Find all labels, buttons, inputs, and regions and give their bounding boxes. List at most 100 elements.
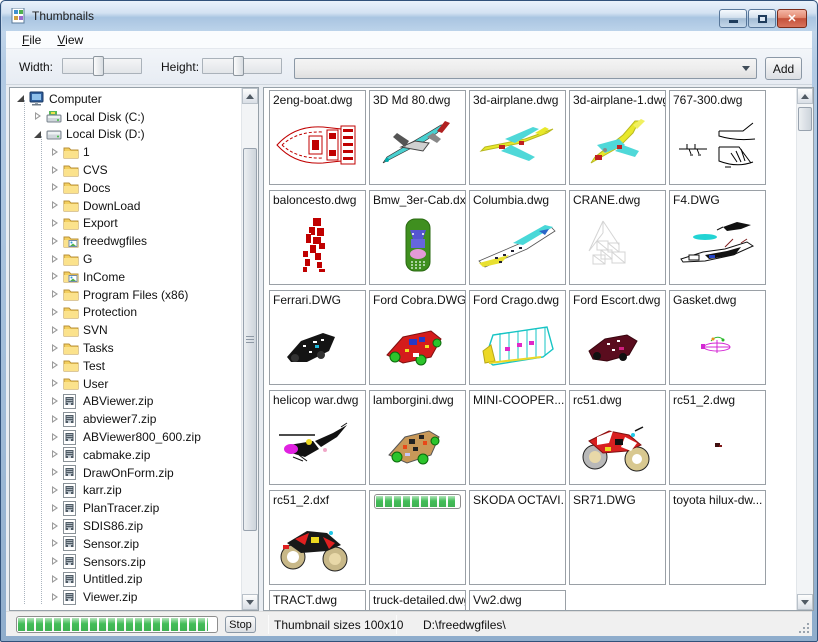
thumbnail-cell-loading[interactable] xyxy=(369,490,466,585)
tree-item-local-disk-c[interactable]: Local Disk (C:) xyxy=(10,108,240,126)
tree-item-untitled-zip[interactable]: Untitled.zip xyxy=(10,571,240,589)
tree-item-g[interactable]: G xyxy=(10,250,240,268)
tree-item-sdis86-zip[interactable]: SDIS86.zip xyxy=(10,517,240,535)
expand-arrow-icon[interactable] xyxy=(50,378,61,389)
stop-button[interactable]: Stop xyxy=(225,616,256,633)
tree-item-1[interactable]: 1 xyxy=(10,143,240,161)
tree-item-drawonform-zip[interactable]: DrawOnForm.zip xyxy=(10,464,240,482)
expand-arrow-icon[interactable] xyxy=(50,467,61,478)
thumbnail-cell-skoda-octavi[interactable]: SKODA OCTAVI... xyxy=(469,490,566,585)
thumbnail-cell-2eng-boat-dwg[interactable]: 2eng-boat.dwg xyxy=(269,90,366,185)
tree-item-protection[interactable]: Protection xyxy=(10,304,240,322)
expand-arrow-icon[interactable] xyxy=(50,325,61,336)
thumbnail-cell-tract-dwg[interactable]: TRACT.dwg xyxy=(269,590,366,610)
expand-arrow-icon[interactable] xyxy=(50,254,61,265)
thumbnail-cell-vw2-dwg[interactable]: Vw2.dwg xyxy=(469,590,566,610)
tree-item-download[interactable]: DownLoad xyxy=(10,197,240,215)
expand-arrow-icon[interactable] xyxy=(50,271,61,282)
thumbnail-cell-crane-dwg[interactable]: CRANE.dwg xyxy=(569,190,666,285)
menu-view[interactable]: View xyxy=(49,32,91,48)
expand-arrow-icon[interactable] xyxy=(50,574,61,585)
tree-item-docs[interactable]: Docs xyxy=(10,179,240,197)
tree-item-cabmake-zip[interactable]: cabmake.zip xyxy=(10,446,240,464)
thumbnail-cell-3d-airplane-1-dwg[interactable]: 3d-airplane-1.dwg xyxy=(569,90,666,185)
tree-item-local-disk-d[interactable]: Local Disk (D:) xyxy=(10,126,240,144)
scroll-up-button[interactable] xyxy=(797,88,813,104)
expand-arrow-icon[interactable] xyxy=(50,414,61,425)
thumbnail-cell-rc51-2-dwg[interactable]: rc51_2.dwg xyxy=(669,390,766,485)
thumbnail-cell-baloncesto-dwg[interactable]: baloncesto.dwg xyxy=(269,190,366,285)
scroll-down-button[interactable] xyxy=(242,594,258,610)
thumbnail-cell-bmw-3er-cab-dxf[interactable]: Bmw_3er-Cab.dxf xyxy=(369,190,466,285)
expand-arrow-icon[interactable] xyxy=(50,449,61,460)
tree-item-sensors-zip[interactable]: Sensors.zip xyxy=(10,553,240,571)
expand-arrow-icon[interactable] xyxy=(50,592,61,603)
thumbnail-cell-ford-crago-dwg[interactable]: Ford Crago.dwg xyxy=(469,290,566,385)
expand-arrow-icon[interactable] xyxy=(50,147,61,158)
thumbnail-cell-toyota-hilux-dw[interactable]: toyota hilux-dw... xyxy=(669,490,766,585)
collapse-arrow-icon[interactable] xyxy=(16,93,27,104)
expand-arrow-icon[interactable] xyxy=(50,200,61,211)
add-button[interactable]: Add xyxy=(765,57,802,80)
resize-grip[interactable] xyxy=(798,622,811,635)
close-button[interactable]: ✕ xyxy=(777,9,807,28)
thumbnail-cell-truck-detailed-dwg[interactable]: truck-detailed.dwg xyxy=(369,590,466,610)
thumbnail-cell-ford-escort-dwg[interactable]: Ford Escort.dwg xyxy=(569,290,666,385)
thumbnail-cell-lamborgini-dwg[interactable]: lamborgini.dwg xyxy=(369,390,466,485)
tree-item-program-files-x86[interactable]: Program Files (x86) xyxy=(10,286,240,304)
minimize-button[interactable] xyxy=(719,9,747,28)
tree-item-karr-zip[interactable]: karr.zip xyxy=(10,482,240,500)
thumbnail-cell-ferrari-dwg[interactable]: Ferrari.DWG xyxy=(269,290,366,385)
expand-arrow-icon[interactable] xyxy=(50,218,61,229)
thumbnail-cell-sr71-dwg[interactable]: SR71.DWG xyxy=(569,490,666,585)
collapse-arrow-icon[interactable] xyxy=(33,129,44,140)
tree-item-test[interactable]: Test xyxy=(10,357,240,375)
thumbnails-scrollbar-thumb[interactable] xyxy=(798,107,812,131)
width-slider[interactable] xyxy=(62,56,142,76)
thumbnail-cell-3d-md-80-dwg[interactable]: 3D Md 80.dwg xyxy=(369,90,466,185)
thumbnail-cell-rc51-dwg[interactable]: rc51.dwg xyxy=(569,390,666,485)
tree-item-freedwgfiles[interactable]: freedwgfiles xyxy=(10,232,240,250)
expand-arrow-icon[interactable] xyxy=(33,111,44,122)
height-slider[interactable] xyxy=(202,56,282,76)
expand-arrow-icon[interactable] xyxy=(50,538,61,549)
tree-item-viewer-zip[interactable]: Viewer.zip xyxy=(10,588,240,606)
thumbnail-cell-columbia-dwg[interactable]: Columbia.dwg xyxy=(469,190,566,285)
thumbnail-cell-ford-cobra-dwg[interactable]: Ford Cobra.DWG xyxy=(369,290,466,385)
expand-arrow-icon[interactable] xyxy=(50,236,61,247)
thumbnail-cell-helicop-war-dwg[interactable]: helicop war.dwg xyxy=(269,390,366,485)
height-slider-thumb[interactable] xyxy=(233,56,244,76)
tree-item-abviewer800-600-zip[interactable]: ABViewer800_600.zip xyxy=(10,428,240,446)
expand-arrow-icon[interactable] xyxy=(50,289,61,300)
expand-arrow-icon[interactable] xyxy=(50,396,61,407)
restore-button[interactable] xyxy=(748,9,776,28)
tree-item-computer[interactable]: Computer xyxy=(10,90,240,108)
expand-arrow-icon[interactable] xyxy=(50,485,61,496)
expand-arrow-icon[interactable] xyxy=(50,343,61,354)
tree-item-cvs[interactable]: CVS xyxy=(10,161,240,179)
expand-arrow-icon[interactable] xyxy=(50,556,61,567)
tree-item-plantracer-zip[interactable]: PlanTracer.zip xyxy=(10,499,240,517)
tree-scrollbar[interactable] xyxy=(241,88,258,610)
chevron-down-icon[interactable] xyxy=(742,66,750,71)
menu-file[interactable]: File xyxy=(14,32,49,48)
tree-item-income[interactable]: InCome xyxy=(10,268,240,286)
expand-arrow-icon[interactable] xyxy=(50,307,61,318)
file-combobox[interactable] xyxy=(294,58,757,79)
expand-arrow-icon[interactable] xyxy=(50,521,61,532)
tree-item-tasks[interactable]: Tasks xyxy=(10,339,240,357)
thumbnails-scrollbar[interactable] xyxy=(796,88,813,610)
thumbnail-cell-3d-airplane-dwg[interactable]: 3d-airplane.dwg xyxy=(469,90,566,185)
thumbnail-cell-mini-cooper[interactable]: MINI-COOPER... xyxy=(469,390,566,485)
tree-item-user[interactable]: User xyxy=(10,375,240,393)
expand-arrow-icon[interactable] xyxy=(50,432,61,443)
width-slider-thumb[interactable] xyxy=(93,56,104,76)
expand-arrow-icon[interactable] xyxy=(50,165,61,176)
tree-item-abviewer7-zip[interactable]: abviewer7.zip xyxy=(10,410,240,428)
thumbnail-cell-f4-dwg[interactable]: F4.DWG xyxy=(669,190,766,285)
tree-scrollbar-thumb[interactable] xyxy=(243,148,257,531)
tree-item-svn[interactable]: SVN xyxy=(10,321,240,339)
tree-item-abviewer-zip[interactable]: ABViewer.zip xyxy=(10,393,240,411)
expand-arrow-icon[interactable] xyxy=(50,503,61,514)
tree-item-export[interactable]: Export xyxy=(10,215,240,233)
